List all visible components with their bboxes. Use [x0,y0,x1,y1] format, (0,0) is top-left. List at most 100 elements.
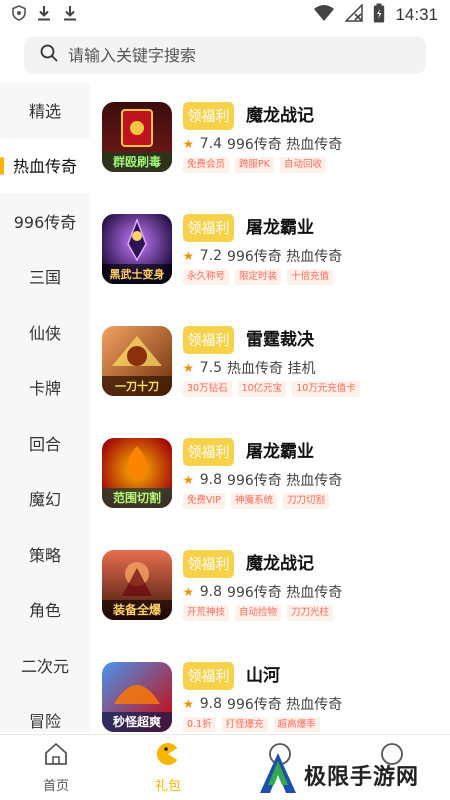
game-genres: 996传奇 热血传奇 [227,473,343,489]
feature-tags: 0.1折 打怪爆充 超高爆率 [183,717,320,732]
game-icon-caption: 黑武士变身 [110,267,165,281]
game-rating: 9.8 [199,472,223,488]
star-icon: ★ [183,137,194,151]
sidebar-item-card[interactable]: 卡牌 [0,360,90,416]
sidebar-item-strategy[interactable]: 策略 [0,526,90,582]
game-meta: ★ 7.5 热血传奇 挂机 [183,358,315,378]
sidebar-item-label: 二次元 [20,656,69,676]
game-icon-caption: 范围切割 [113,490,161,505]
game-name: 雷霆裁决 [246,330,314,350]
sidebar-item-label: 回合 [28,434,61,454]
search-icon [40,44,58,66]
game-rating: 9.8 [199,696,223,712]
watermark: 极限手游网 [258,750,448,800]
claim-gift-button[interactable]: 领福利 [183,326,234,354]
game-icon[interactable]: 黑武士变身 [102,214,172,284]
game-genres: 996传奇 热血传奇 [227,249,343,265]
search-bar[interactable] [24,36,426,74]
list-item[interactable]: 范围切割 领福利 屠龙霸业 ★ 9.8 996传奇 热血传奇 免费VIP 神魔系… [90,428,450,540]
status-time: 14:31 [395,5,438,24]
sidebar-item-fantasy[interactable]: 魔幻 [0,471,90,527]
game-rating: 9.8 [199,584,223,600]
sidebar-item-label: 仙侠 [28,323,61,343]
sidebar-item-label: 冒险 [28,712,61,732]
claim-gift-button[interactable]: 领福利 [183,214,234,242]
feature-tag: 永久称号 [183,269,230,285]
sidebar-item-label: 魔幻 [28,490,61,510]
sidebar-item-label: 996传奇 [13,212,77,232]
game-meta: ★ 7.2 996传奇 热血传奇 [183,246,342,266]
list-item[interactable]: 群殴刷毒 领福利 魔龙战记 ★ 7.4 996传奇 热血传奇 免费会员 跨服PK… [90,92,450,204]
sidebar-item-rpg[interactable]: 角色 [0,582,90,638]
sidebar-item-label: 精选 [28,101,61,121]
star-icon: ★ [183,585,194,599]
sidebar-item-turn-based[interactable]: 回合 [0,415,90,471]
game-icon-caption: 秒怪超爽 [113,714,161,729]
feature-tag: 限定时装 [235,269,282,285]
feature-tag: 开荒神技 [183,605,230,621]
game-icon[interactable]: 装备全爆 [102,550,172,620]
game-name: 屠龙霸业 [246,218,314,238]
sidebar-item-rexue-chuanqi[interactable]: 热血传奇 [0,137,90,193]
status-bar: 14:31 [0,0,450,30]
game-icon[interactable]: 范围切割 [102,438,172,508]
star-icon: ★ [183,249,194,263]
feature-tag: 10万元充值卡 [292,381,360,397]
sidebar-item-label: 角色 [28,601,61,621]
battery-icon [373,3,385,27]
game-meta: ★ 9.8 996传奇 热血传奇 [183,470,342,490]
feature-tags: 免费VIP 神魔系统 刀刀切割 [183,493,330,509]
search-input[interactable] [68,45,398,65]
feature-tag: 30万钻石 [183,381,232,397]
claim-gift-button[interactable]: 领福利 [183,550,234,578]
sidebar-item-label: 策略 [28,545,61,565]
feature-tag: 刀刀切割 [283,493,330,509]
feature-tag: 十倍充值 [287,269,334,285]
feature-tag: 免费VIP [183,493,226,509]
download-icon [36,4,52,26]
feature-tag: 自动回收 [279,157,326,173]
tab-home[interactable]: 首页 [0,735,112,800]
game-list: 群殴刷毒 领福利 魔龙战记 ★ 7.4 996传奇 热血传奇 免费会员 跨服PK… [90,82,450,732]
feature-tag: 0.1折 [183,717,216,732]
game-name: 屠龙霸业 [246,442,314,462]
game-icon[interactable]: 秒怪超爽 [102,662,172,732]
list-item[interactable]: 黑武士变身 领福利 屠龙霸业 ★ 7.2 996传奇 热血传奇 永久称号 限定时… [90,204,450,316]
sidebar-item-label: 三国 [28,268,61,288]
tab-label: 首页 [42,779,69,794]
sidebar-item-featured[interactable]: 精选 [0,82,90,138]
star-icon: ★ [183,473,194,487]
game-rating: 7.4 [199,136,223,152]
game-icon[interactable]: 一刀十刀 [102,326,172,396]
download-icon [62,4,78,26]
sidebar-item-xianxia[interactable]: 仙侠 [0,304,90,360]
game-meta: ★ 7.4 996传奇 热血传奇 [183,134,342,154]
sidebar-item-anime[interactable]: 二次元 [0,637,90,693]
feature-tag: 打怪爆充 [221,717,268,732]
claim-gift-button[interactable]: 领福利 [183,662,234,690]
sidebar-item-996-chuanqi[interactable]: 996传奇 [0,193,90,249]
feature-tag: 超高爆率 [273,717,320,732]
list-item[interactable]: 秒怪超爽 领福利 山河 ★ 9.8 996传奇 热血传奇 0.1折 打怪爆充 超… [90,652,450,732]
game-icon[interactable]: 群殴刷毒 [102,102,172,172]
sidebar-item-three-kingdoms[interactable]: 三国 [0,249,90,305]
claim-gift-button[interactable]: 领福利 [183,102,234,130]
list-item[interactable]: 装备全爆 领福利 魔龙战记 ★ 9.8 996传奇 热血传奇 开荒神技 自动捡物… [90,540,450,652]
feature-tag: 自动捡物 [235,605,282,621]
tab-gifts[interactable]: 礼包 [112,735,224,800]
game-genres: 996传奇 热血传奇 [227,585,343,601]
claim-gift-button[interactable]: 领福利 [183,438,234,466]
game-meta: ★ 9.8 996传奇 热血传奇 [183,694,342,714]
feature-tags: 永久称号 限定时装 十倍充值 [183,269,334,285]
app-screen: 14:31 精选 热血传奇 996传奇 三国 仙侠 卡牌 回合 魔幻 策略 角色… [0,0,450,800]
game-icon-caption: 装备全爆 [112,602,162,617]
home-icon [43,741,69,771]
sidebar-item-label: 卡牌 [28,379,61,399]
star-icon: ★ [183,361,194,375]
wifi-icon [313,4,335,26]
list-item[interactable]: 一刀十刀 领福利 雷霆裁决 ★ 7.5 热血传奇 挂机 30万钻石 10亿元宝 … [90,316,450,428]
game-icon-caption: 群殴刷毒 [112,154,161,169]
game-genres: 996传奇 热血传奇 [227,697,343,713]
star-icon: ★ [183,697,194,711]
feature-tag: 免费会员 [183,157,230,173]
